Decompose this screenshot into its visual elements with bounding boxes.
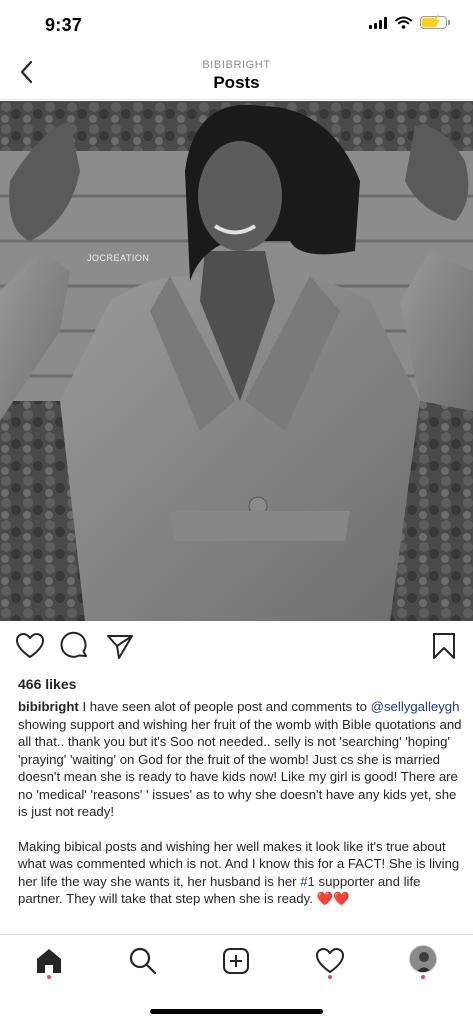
heart-icon[interactable] (14, 630, 46, 662)
cellular-signal-icon (369, 16, 387, 29)
header-username: BIBIBRIGHT (202, 59, 271, 71)
status-icons: ⚡ (369, 14, 450, 29)
post-image (0, 101, 473, 621)
caption-text: I have seen alot of people post and comm… (78, 699, 371, 714)
caption-hashtag[interactable]: #1 (300, 874, 315, 889)
post-caption: bibibright I have seen alot of people po… (18, 698, 463, 908)
heart-emoji-icon: ❤️❤️ (316, 891, 350, 906)
profile-picture (410, 946, 436, 972)
home-icon[interactable] (33, 945, 65, 977)
avatar[interactable] (409, 945, 437, 973)
page-title: Posts (213, 73, 260, 92)
post-actions (0, 630, 473, 668)
send-icon[interactable] (104, 630, 136, 662)
post-photo[interactable]: JOCREATION (0, 101, 473, 621)
caption-text: showing support and wishing her fruit of… (18, 716, 462, 820)
likes-count[interactable]: 466 likes (18, 676, 76, 692)
battery-icon: ⚡ (420, 14, 450, 29)
comment-icon[interactable] (59, 630, 91, 662)
charging-bolt-icon: ⚡ (428, 14, 443, 28)
bottom-tab-bar (0, 934, 473, 994)
wifi-icon (395, 16, 412, 29)
photo-watermark: JOCREATION (87, 253, 150, 263)
caption-paragraph: Making bibical posts and wishing her wel… (18, 838, 463, 908)
notification-dot (47, 975, 51, 979)
caption-username[interactable]: bibibright (18, 699, 79, 714)
status-bar: 9:37 ⚡ (0, 0, 473, 50)
caption-paragraph: bibibright I have seen alot of people po… (18, 698, 463, 821)
caption-mention[interactable]: @sellygalleygh (371, 699, 460, 714)
nav-header: BIBIBRIGHT Posts (0, 52, 473, 100)
status-time: 9:37 (45, 15, 83, 35)
search-icon[interactable] (127, 945, 159, 977)
activity-heart-icon[interactable] (314, 945, 346, 977)
bookmark-icon[interactable] (428, 630, 460, 662)
notification-dot (328, 975, 332, 979)
notification-dot (421, 975, 425, 979)
home-indicator[interactable] (150, 1009, 323, 1014)
add-post-icon[interactable] (220, 945, 252, 977)
